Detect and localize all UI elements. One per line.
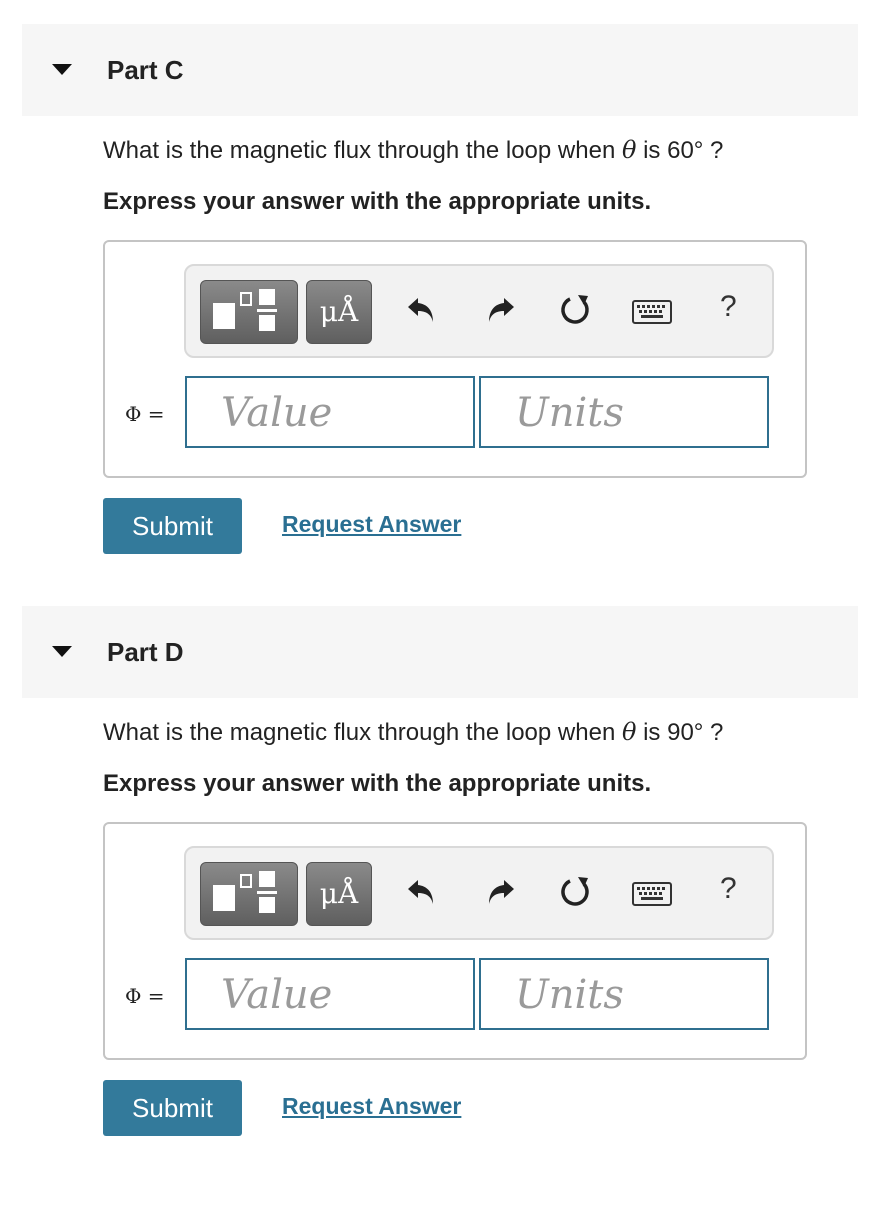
reset-icon[interactable] — [558, 874, 594, 910]
question-text: What is the magnetic flux through the lo… — [103, 718, 723, 747]
instruction-text: Express your answer with the appropriate… — [103, 770, 652, 797]
theta-symbol: θ — [621, 136, 637, 164]
variable-label: Φ = — [125, 984, 165, 1008]
caret-down-icon[interactable] — [52, 646, 72, 657]
submit-button[interactable]: Submit — [103, 1080, 242, 1136]
answer-box: μÅ ? Φ = Value Units — [103, 240, 807, 478]
part-c-section: Part C What is the magnetic flux through… — [0, 24, 892, 584]
help-icon[interactable]: ? — [720, 290, 737, 324]
units-icon: μÅ — [319, 295, 359, 328]
caret-down-icon[interactable] — [52, 64, 72, 75]
request-answer-link[interactable]: Request Answer — [282, 511, 461, 538]
value-input[interactable]: Value — [185, 958, 475, 1030]
units-button[interactable]: μÅ — [306, 862, 372, 926]
part-d-header[interactable]: Part D — [22, 606, 858, 698]
units-button[interactable]: μÅ — [306, 280, 372, 344]
part-d-section: Part D What is the magnetic flux through… — [0, 606, 892, 1166]
keyboard-icon[interactable] — [632, 882, 672, 906]
undo-icon[interactable] — [404, 874, 438, 908]
value-input[interactable]: Value — [185, 376, 475, 448]
question-pre: What is the magnetic flux through the lo… — [103, 719, 616, 746]
units-input[interactable]: Units — [479, 376, 769, 448]
units-placeholder: Units — [515, 972, 624, 1018]
units-input[interactable]: Units — [479, 958, 769, 1030]
submit-button[interactable]: Submit — [103, 498, 242, 554]
templates-icon — [213, 289, 277, 331]
answer-box: μÅ ? Φ = Value Units — [103, 822, 807, 1060]
question-post: is 60° ? — [643, 137, 724, 164]
theta-symbol: θ — [621, 718, 637, 746]
redo-icon[interactable] — [484, 292, 518, 326]
help-icon[interactable]: ? — [720, 872, 737, 906]
instruction-text: Express your answer with the appropriate… — [103, 188, 652, 215]
variable-label: Φ = — [125, 402, 165, 426]
undo-icon[interactable] — [404, 292, 438, 326]
keyboard-icon[interactable] — [632, 300, 672, 324]
templates-button[interactable] — [200, 280, 298, 344]
request-answer-link[interactable]: Request Answer — [282, 1093, 461, 1120]
part-title: Part C — [107, 55, 184, 85]
templates-button[interactable] — [200, 862, 298, 926]
value-placeholder: Value — [221, 390, 333, 436]
question-pre: What is the magnetic flux through the lo… — [103, 137, 616, 164]
question-text: What is the magnetic flux through the lo… — [103, 136, 723, 165]
math-toolbar: μÅ ? — [184, 264, 774, 358]
templates-icon — [213, 871, 277, 913]
part-c-header[interactable]: Part C — [22, 24, 858, 116]
redo-icon[interactable] — [484, 874, 518, 908]
part-title: Part D — [107, 637, 184, 667]
value-placeholder: Value — [221, 972, 333, 1018]
units-icon: μÅ — [319, 877, 359, 910]
units-placeholder: Units — [515, 390, 624, 436]
reset-icon[interactable] — [558, 292, 594, 328]
question-post: is 90° ? — [643, 719, 724, 746]
math-toolbar: μÅ ? — [184, 846, 774, 940]
